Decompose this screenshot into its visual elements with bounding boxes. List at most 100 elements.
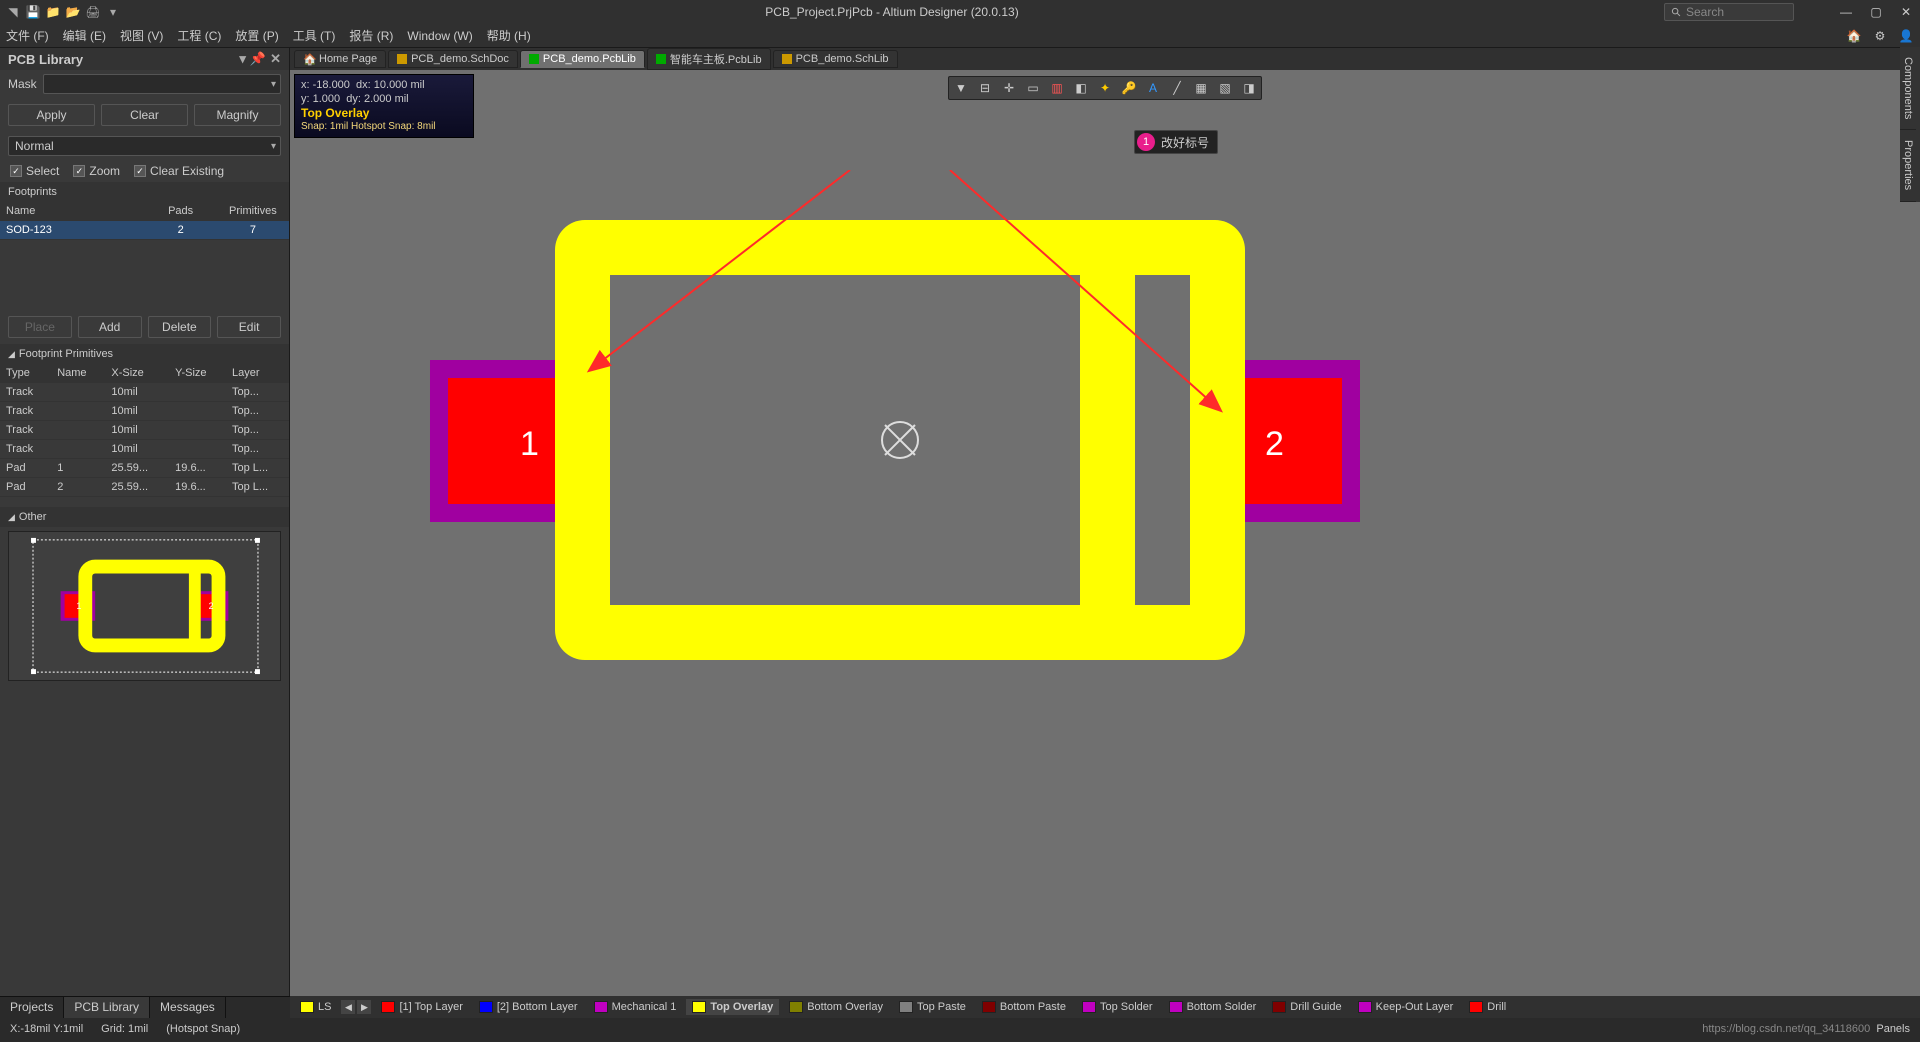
menu-project[interactable]: 工程 (C): [177, 27, 221, 44]
move-icon[interactable]: ✛: [1001, 80, 1017, 96]
view-icon[interactable]: ▧: [1217, 80, 1233, 96]
layer-tab[interactable]: Bottom Overlay: [783, 999, 889, 1015]
clear-button[interactable]: Clear: [101, 104, 188, 126]
settings-icon[interactable]: ⚙: [1872, 28, 1888, 44]
layer-tab[interactable]: [1] Top Layer: [375, 999, 468, 1015]
panel-dropdown-icon[interactable]: ▾: [239, 51, 246, 67]
prim-row[interactable]: Track10milTop...: [0, 421, 289, 440]
search-input[interactable]: Search: [1664, 3, 1794, 21]
menu-report[interactable]: 报告 (R): [349, 27, 393, 44]
tab-pcb-library[interactable]: PCB Library: [64, 997, 150, 1018]
panels-button[interactable]: Panels: [1876, 1023, 1910, 1035]
menu-file[interactable]: 文件 (F): [6, 27, 49, 44]
normal-dropdown[interactable]: Normal: [8, 136, 281, 156]
rect-icon[interactable]: ▭: [1025, 80, 1041, 96]
layer-tab[interactable]: Top Paste: [893, 999, 972, 1015]
save-icon[interactable]: 💾: [26, 5, 40, 19]
footprint-drawing: 1 2: [430, 170, 1630, 870]
clear-existing-checkbox[interactable]: ✓Clear Existing: [134, 164, 224, 178]
col-pname[interactable]: Name: [51, 364, 105, 383]
text-icon[interactable]: A: [1145, 80, 1161, 96]
menu-edit[interactable]: 编辑 (E): [63, 27, 106, 44]
layer-tab[interactable]: Bottom Solder: [1163, 999, 1263, 1015]
tab-schdoc[interactable]: PCB_demo.SchDoc: [388, 50, 518, 68]
layer-tab[interactable]: Keep-Out Layer: [1352, 999, 1460, 1015]
layer-swatch: [381, 1001, 395, 1013]
tab-schlib[interactable]: PCB_demo.SchLib: [773, 50, 898, 68]
star-icon[interactable]: ✦: [1097, 80, 1113, 96]
select-icon[interactable]: ⊟: [977, 80, 993, 96]
col-xsize[interactable]: X-Size: [105, 364, 169, 383]
delete-button[interactable]: Delete: [148, 316, 212, 338]
tab-pcblib[interactable]: PCB_demo.PcbLib: [520, 50, 645, 68]
dropdown-icon[interactable]: ▾: [106, 5, 120, 19]
col-layer[interactable]: Layer: [226, 364, 289, 383]
layer-tab[interactable]: Bottom Paste: [976, 999, 1072, 1015]
add-button[interactable]: Add: [78, 316, 142, 338]
place-button[interactable]: Place: [8, 316, 72, 338]
status-coord: X:-18mil Y:1mil: [10, 1023, 83, 1035]
open2-icon[interactable]: 📂: [66, 5, 80, 19]
magnify-button[interactable]: Magnify: [194, 104, 281, 126]
other-section[interactable]: ◢Other: [0, 507, 289, 527]
prim-row[interactable]: Pad225.59...19.6...Top L...: [0, 478, 289, 497]
primitives-section[interactable]: ◢Footprint Primitives: [0, 344, 289, 364]
menu-help[interactable]: 帮助 (H): [487, 27, 531, 44]
menu-window[interactable]: Window (W): [407, 29, 472, 43]
eraser-icon[interactable]: ◧: [1073, 80, 1089, 96]
layer-tab[interactable]: Drill: [1463, 999, 1512, 1015]
layer-tab[interactable]: Top Solder: [1076, 999, 1159, 1015]
primitives-grid: Type Name X-Size Y-Size Layer Track10mil…: [0, 364, 289, 497]
layer-tab[interactable]: Mechanical 1: [588, 999, 683, 1015]
menu-view[interactable]: 视图 (V): [120, 27, 163, 44]
tab-smartcar[interactable]: 智能车主板.PcbLib: [647, 48, 771, 70]
print-icon[interactable]: 🖨: [86, 5, 100, 19]
menu-tools[interactable]: 工具 (T): [293, 27, 336, 44]
filter-icon[interactable]: ▼: [953, 80, 969, 96]
close-icon[interactable]: ✕: [1898, 4, 1914, 20]
panel-pin-icon[interactable]: 📌: [250, 51, 266, 67]
panel-close-icon[interactable]: ✕: [270, 51, 281, 67]
col-ysize[interactable]: Y-Size: [169, 364, 226, 383]
tab-projects[interactable]: Projects: [0, 997, 64, 1018]
select-checkbox[interactable]: ✓Select: [10, 164, 59, 178]
col-name[interactable]: Name: [0, 202, 145, 221]
side-tab-properties[interactable]: Properties: [1900, 130, 1916, 201]
key-icon[interactable]: 🔑: [1121, 80, 1137, 96]
layer-tab[interactable]: Drill Guide: [1266, 999, 1347, 1015]
maximize-icon[interactable]: ▢: [1868, 4, 1884, 20]
apply-button[interactable]: Apply: [8, 104, 95, 126]
prim-row[interactable]: Pad125.59...19.6...Top L...: [0, 459, 289, 478]
mask-dropdown[interactable]: [43, 74, 281, 94]
3d-icon[interactable]: ◨: [1241, 80, 1257, 96]
layer-ls[interactable]: LS: [294, 999, 337, 1015]
layer-bar: LS ◀▶ [1] Top Layer [2] Bottom LayerMecha…: [290, 996, 1920, 1018]
line-icon[interactable]: ╱: [1169, 80, 1185, 96]
layer-tab[interactable]: Top Overlay: [686, 999, 779, 1015]
layer-next-icon[interactable]: ▶: [357, 1000, 371, 1014]
col-primitives[interactable]: Primitives: [217, 202, 289, 221]
menu-place[interactable]: 放置 (P): [235, 27, 278, 44]
footprint-row[interactable]: SOD-123 2 7: [0, 221, 289, 240]
tab-home[interactable]: 🏠Home Page: [294, 50, 386, 68]
layer-swatch: [1169, 1001, 1183, 1013]
tab-messages[interactable]: Messages: [150, 997, 226, 1018]
prim-row[interactable]: Track10milTop...: [0, 383, 289, 402]
home-icon[interactable]: 🏠: [1846, 28, 1862, 44]
align-icon[interactable]: ▥: [1049, 80, 1065, 96]
grid-icon[interactable]: ▦: [1193, 80, 1209, 96]
edit-button[interactable]: Edit: [217, 316, 281, 338]
user-icon[interactable]: 👤: [1898, 28, 1914, 44]
svg-text:1: 1: [76, 601, 81, 611]
prim-row[interactable]: Track10milTop...: [0, 402, 289, 421]
side-tab-components[interactable]: Components: [1900, 47, 1916, 130]
zoom-checkbox[interactable]: ✓Zoom: [73, 164, 120, 178]
open-icon[interactable]: 📁: [46, 5, 60, 19]
layer-tab[interactable]: [2] Bottom Layer: [473, 999, 584, 1015]
pcb-canvas[interactable]: x: -18.000 dx: 10.000 mil y: 1.000 dy: 2…: [290, 70, 1920, 996]
col-pads[interactable]: Pads: [145, 202, 217, 221]
col-type[interactable]: Type: [0, 364, 51, 383]
layer-prev-icon[interactable]: ◀: [341, 1000, 355, 1014]
minimize-icon[interactable]: —: [1838, 4, 1854, 20]
prim-row[interactable]: Track10milTop...: [0, 440, 289, 459]
